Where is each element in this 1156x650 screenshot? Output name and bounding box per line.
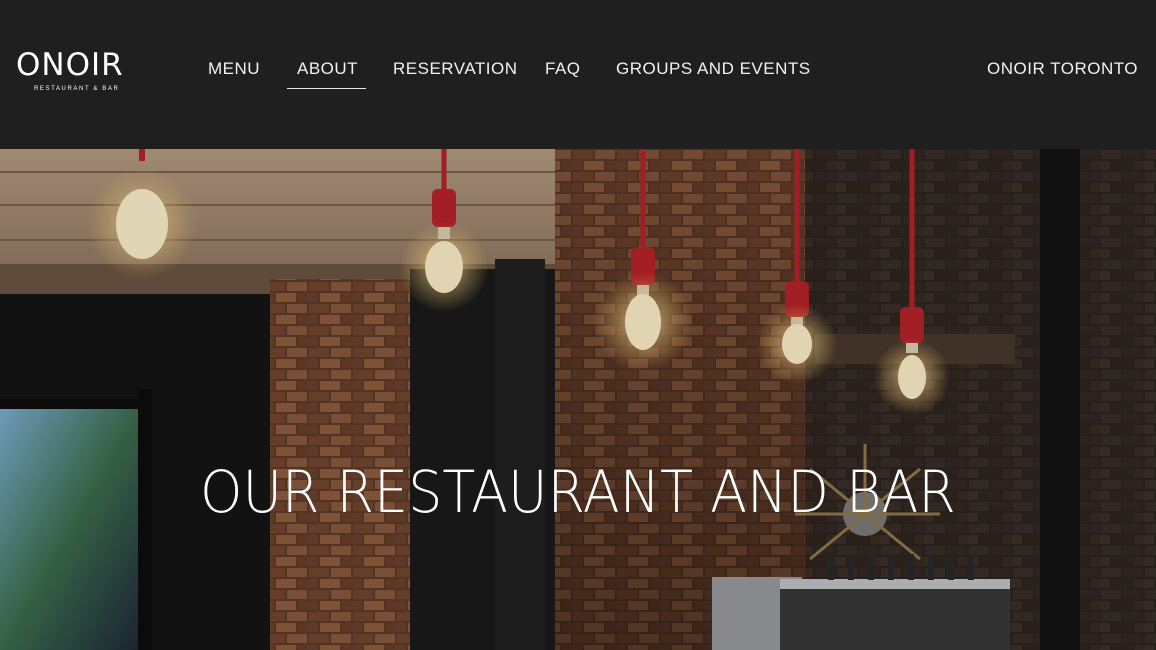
hero-restaurant-photo <box>0 149 1156 650</box>
nav-groups-and-events[interactable]: GROUPS AND EVENTS <box>616 58 811 80</box>
site-header: ONOIR RESTAURANT & BAR MENU ABOUT RESERV… <box>0 0 1156 149</box>
hero-title: OUR RESTAURANT AND BAR <box>200 458 956 526</box>
hero-banner <box>0 149 1156 650</box>
nav-faq[interactable]: FAQ <box>545 58 581 80</box>
active-nav-underline <box>287 88 366 89</box>
nav-reservation[interactable]: RESERVATION <box>393 58 518 80</box>
logo-tagline: RESTAURANT & BAR <box>34 86 120 92</box>
nav-menu[interactable]: MENU <box>208 58 260 80</box>
nav-location-toronto[interactable]: ONOIR TORONTO <box>987 58 1138 80</box>
brand-logo[interactable]: ONOIR RESTAURANT & BAR <box>16 48 141 94</box>
nav-about[interactable]: ABOUT <box>297 58 358 80</box>
logo-wordmark: ONOIR <box>16 47 124 83</box>
